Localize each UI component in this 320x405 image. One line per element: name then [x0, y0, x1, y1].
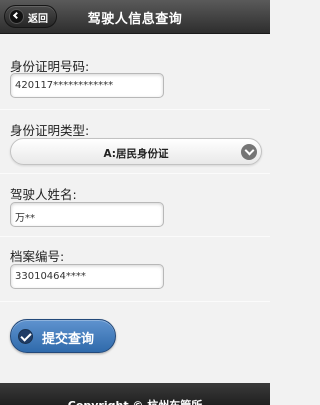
divider [0, 236, 270, 237]
footer-copyright: Copyright © 杭州车管所 [0, 383, 270, 405]
check-icon [18, 329, 33, 344]
driver-name-input[interactable]: 万** [10, 202, 164, 227]
id-type-label: 身份证明类型: [10, 123, 90, 138]
page-title: 驾驶人信息查询 [87, 12, 183, 27]
back-button[interactable]: 返回 [4, 5, 57, 28]
id-type-select[interactable]: A:居民身份证 [10, 138, 262, 165]
driver-name-label: 驾驶人姓名: [10, 187, 77, 202]
file-number-input[interactable]: 33010464**** [10, 264, 164, 289]
chevron-down-icon [241, 144, 257, 160]
file-number-label: 档案编号: [10, 249, 65, 264]
id-type-selected-value: A:居民身份证 [103, 148, 169, 160]
submit-query-button[interactable]: 提交查询 [10, 319, 116, 353]
submit-button-label: 提交查询 [42, 332, 95, 347]
top-bar: 返回 驾驶人信息查询 [0, 0, 270, 34]
divider [0, 301, 270, 302]
divider [0, 173, 270, 174]
id-number-input[interactable]: 420117************ [10, 73, 164, 98]
back-button-label: 返回 [28, 14, 48, 25]
back-arrow-icon [9, 9, 24, 24]
divider [0, 109, 270, 110]
